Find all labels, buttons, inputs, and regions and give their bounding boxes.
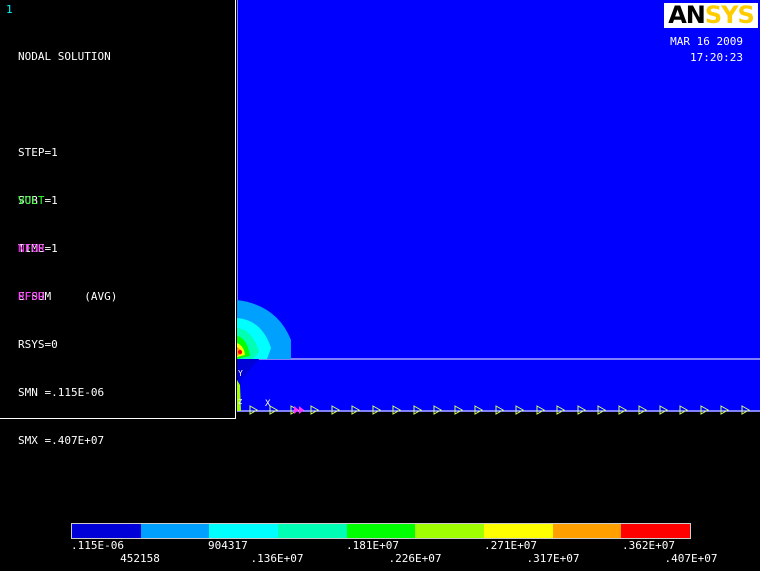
colorbar-tick-label: .226E+07 bbox=[388, 552, 442, 565]
info-line: NODAL SOLUTION bbox=[18, 50, 111, 63]
colorbar-segment bbox=[415, 524, 485, 538]
info-line: SMN =.115E-06 bbox=[18, 386, 105, 399]
time-label: 17:20:23 bbox=[690, 51, 743, 64]
contour-peak-red bbox=[238, 350, 242, 354]
legend-nfor: NFOR bbox=[18, 242, 45, 255]
colorbar-segment bbox=[552, 524, 622, 538]
contour-colorbar bbox=[71, 523, 691, 539]
colorbar-segment bbox=[346, 524, 416, 538]
colorbar-tick-label: 904317 bbox=[208, 539, 248, 552]
legend-volt: VOLT bbox=[18, 194, 45, 207]
ansys-logo: ANSYS bbox=[664, 3, 758, 28]
x-axis-marker: X bbox=[265, 399, 271, 409]
colorbar-segment bbox=[209, 524, 279, 538]
info-line: SMX =.407E+07 bbox=[18, 434, 105, 447]
info-panel: NODAL SOLUTION STEP=1 SUB =1 TIME=1 EFSU… bbox=[0, 0, 236, 447]
colorbar-tick-label: 452158 bbox=[120, 552, 160, 565]
colorbar-segment bbox=[140, 524, 210, 538]
colorbar-tick-label: .317E+07 bbox=[526, 552, 580, 565]
colorbar-segment bbox=[484, 524, 553, 538]
colorbar-tick-label: .136E+07 bbox=[250, 552, 304, 565]
info-line bbox=[18, 97, 117, 113]
z-axis-marker: Z bbox=[238, 398, 242, 406]
info-line: STEP=1 bbox=[18, 146, 58, 159]
logo-text-sys: SYS bbox=[704, 1, 755, 29]
symbol-legend: VOLT NFOR RFOR bbox=[18, 161, 45, 337]
colorbar-segment bbox=[621, 524, 691, 538]
colorbar-tick-label: .115E-06 bbox=[71, 539, 124, 552]
colorbar-segment bbox=[72, 524, 141, 538]
y-axis-marker: Y bbox=[238, 369, 243, 378]
info-line: RSYS=0 bbox=[18, 338, 58, 351]
timestamp: MAR 16 2009 17:20:23 bbox=[640, 34, 743, 66]
colorbar-segment bbox=[278, 524, 347, 538]
date-label: MAR 16 2009 bbox=[670, 35, 743, 48]
colorbar-tick-label: .407E+07 bbox=[664, 552, 718, 565]
legend-rfor: RFOR bbox=[18, 290, 45, 303]
logo-text-an: AN bbox=[668, 1, 706, 29]
